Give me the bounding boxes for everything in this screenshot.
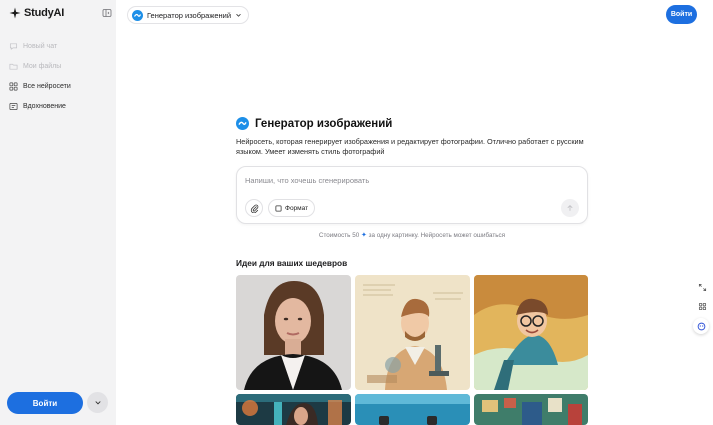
image-generator-logo-icon	[132, 9, 143, 21]
sidebar-more-button[interactable]	[87, 392, 108, 413]
sidebar-item-label: Все нейросети	[23, 82, 71, 90]
logo-sparkle-icon	[9, 7, 21, 19]
apps-icon	[698, 302, 706, 310]
gallery-image-scientist-sketch[interactable]	[355, 275, 470, 390]
cost-note: Стоимость 50 ✦ за одну картинку. Нейросе…	[236, 231, 588, 239]
expand-tool[interactable]	[695, 280, 709, 294]
sidebar-nav: Новый чат Мои файлы Все нейросети Вдохно…	[9, 36, 109, 116]
model-selector[interactable]: Генератор изображений	[127, 6, 250, 24]
gallery-image-boy-illustration[interactable]	[474, 275, 588, 390]
paperclip-icon	[250, 204, 258, 213]
sidebar-item-new-chat[interactable]: Новый чат	[9, 36, 109, 56]
prompt-box: Формат	[236, 166, 588, 224]
logo[interactable]: StudyAI	[9, 7, 64, 19]
model-selector-label: Генератор изображений	[147, 10, 232, 20]
sidebar-login-button[interactable]: Войти	[7, 392, 83, 414]
chevron-down-icon	[236, 13, 241, 17]
assistant-icon	[697, 322, 705, 330]
format-button[interactable]: Формат	[268, 199, 316, 217]
chevron-down-icon	[95, 400, 100, 404]
attach-button[interactable]	[245, 199, 263, 217]
cost-prefix: Стоимость 50	[318, 232, 360, 239]
image-generator-logo-icon	[236, 117, 249, 130]
chat-icon	[9, 42, 18, 50]
gallery-image-room-scene[interactable]	[474, 394, 588, 425]
gallery-image-ocean-scene[interactable]	[355, 394, 470, 425]
header-login-button[interactable]: Войти	[666, 5, 697, 24]
aspect-ratio-icon	[275, 204, 282, 212]
page-description: Нейросеть, которая генерирует изображени…	[236, 137, 584, 156]
sidebar-item-label: Мои файлы	[23, 62, 62, 70]
inspiration-icon	[9, 102, 18, 110]
sidebar: StudyAI Новый чат Мои файлы Все нейросет…	[0, 0, 116, 425]
arrow-up-icon	[567, 204, 573, 211]
gallery-image-portrait[interactable]	[236, 275, 351, 390]
sparkle-icon: ✦	[360, 232, 367, 239]
apps-tool[interactable]	[695, 299, 709, 313]
page-title: Генератор изображений	[255, 117, 393, 130]
page-title-row: Генератор изображений	[236, 117, 392, 130]
grid-icon	[9, 82, 18, 90]
ideas-title: Идеи для ваших шедевров	[236, 258, 348, 268]
sidebar-item-all-networks[interactable]: Все нейросети	[9, 76, 109, 96]
cost-suffix: за одну картинку. Нейросеть может ошибат…	[368, 232, 506, 239]
sidebar-item-label: Новый чат	[23, 42, 58, 50]
assistant-tool[interactable]	[693, 318, 709, 334]
folder-icon	[9, 63, 18, 70]
expand-icon	[698, 283, 706, 291]
sidebar-item-label: Вдохновение	[23, 102, 66, 110]
app-name: StudyAI	[24, 7, 65, 19]
sidebar-collapse-icon[interactable]	[102, 8, 112, 18]
sidebar-item-inspiration[interactable]: Вдохновение	[9, 96, 109, 116]
sidebar-item-my-files[interactable]: Мои файлы	[9, 56, 109, 76]
send-button[interactable]	[561, 199, 579, 217]
prompt-input[interactable]	[245, 176, 545, 185]
format-button-label: Формат	[285, 204, 309, 212]
gallery-image-neon-portrait[interactable]	[236, 394, 351, 425]
